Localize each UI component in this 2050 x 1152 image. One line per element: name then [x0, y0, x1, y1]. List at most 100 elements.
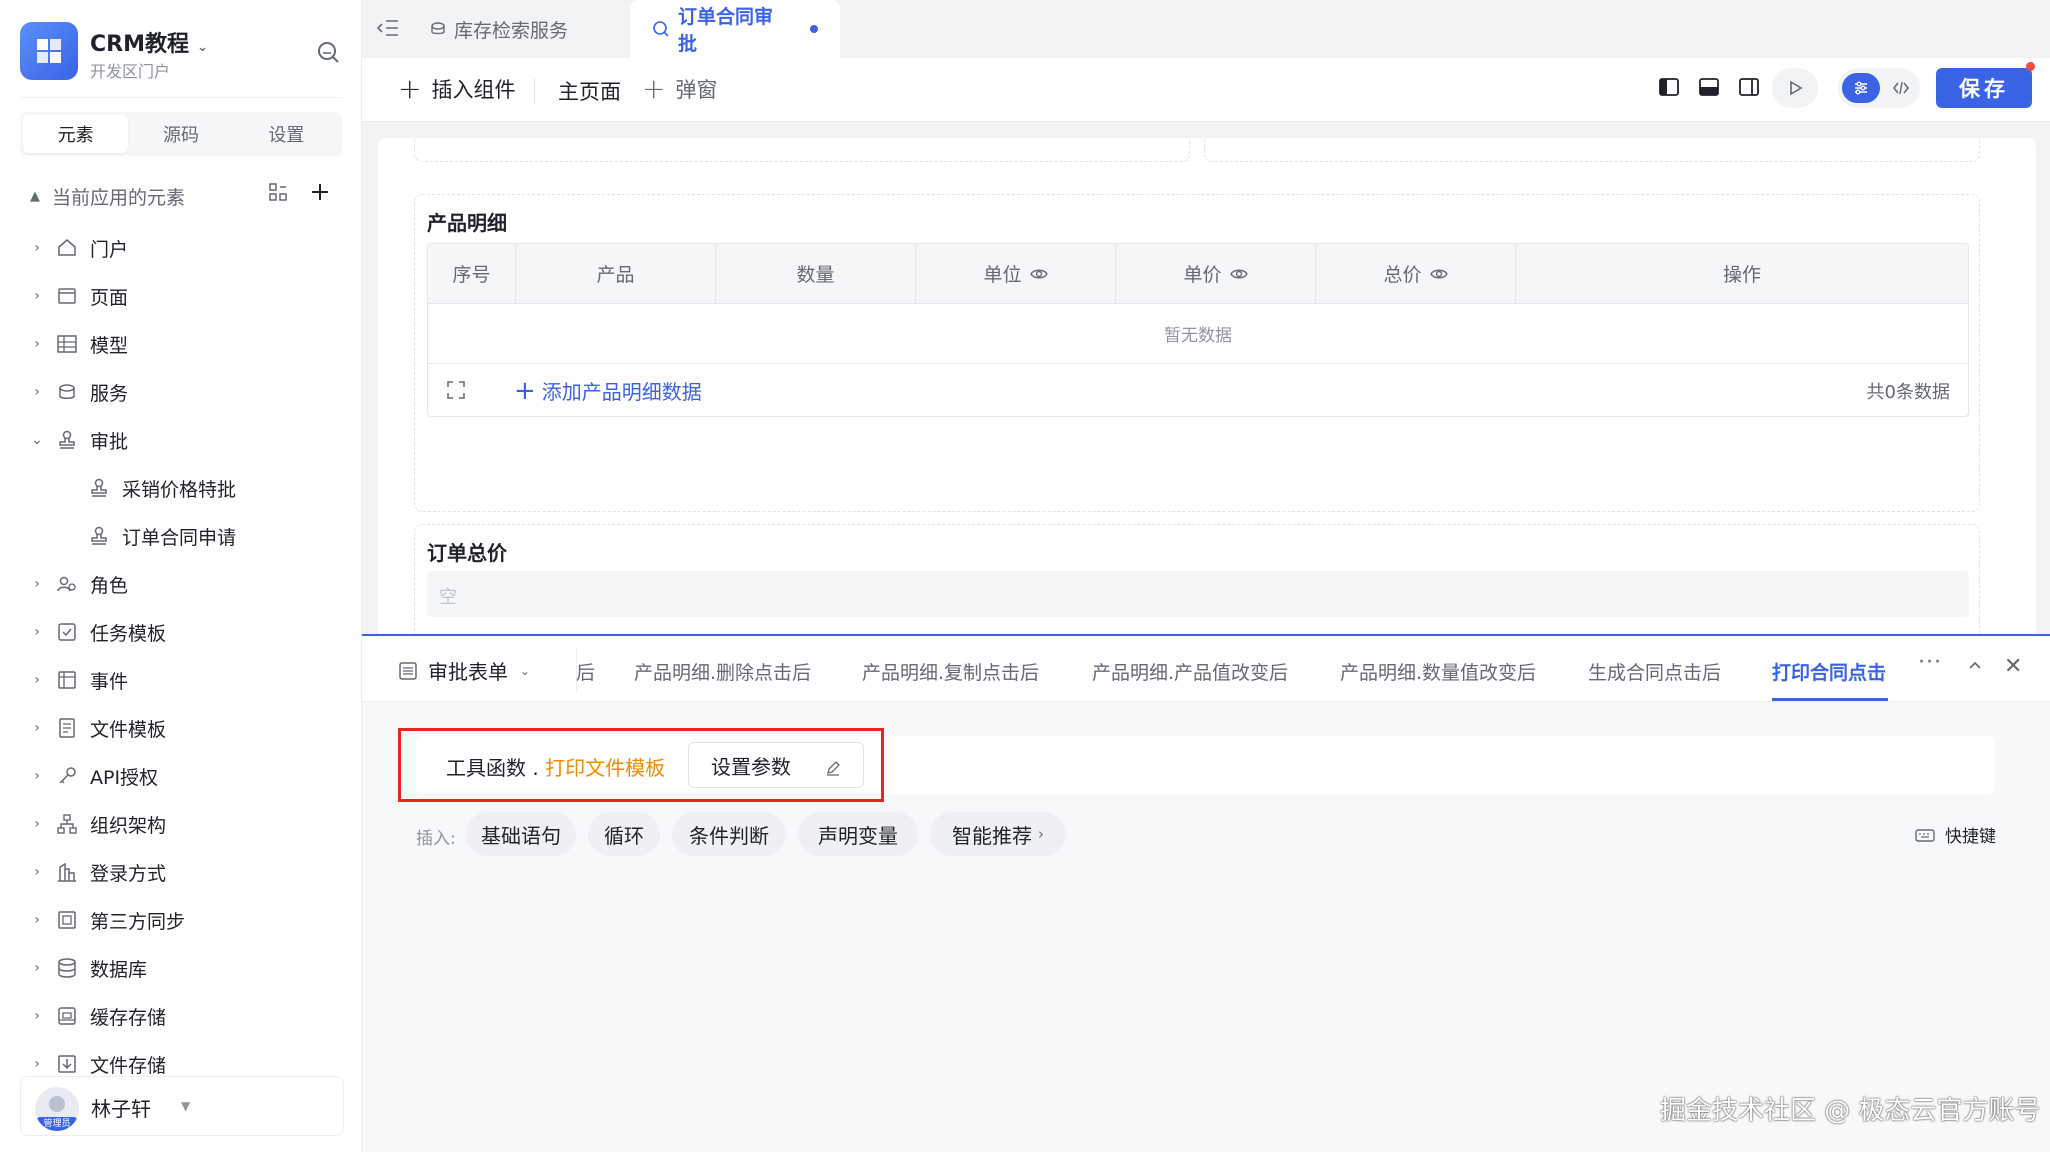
- chevron-right-icon[interactable]: ›: [28, 624, 46, 640]
- chevron-right-icon[interactable]: ›: [28, 384, 46, 400]
- sidebar-item[interactable]: › 角色: [28, 560, 348, 608]
- eye-icon[interactable]: [1429, 265, 1448, 283]
- app-subtitle: 开发区门户: [90, 62, 171, 81]
- chevron-right-icon[interactable]: ›: [28, 336, 46, 352]
- caret-up-icon: ▲: [30, 188, 40, 204]
- chevron-right-icon[interactable]: ›: [28, 1056, 46, 1072]
- sidebar-item[interactable]: › 文件模板: [28, 704, 348, 752]
- eye-icon[interactable]: [1229, 265, 1248, 283]
- event-tab-partial[interactable]: 后: [576, 658, 595, 685]
- chevron-right-icon[interactable]: ›: [28, 960, 46, 976]
- event-tab[interactable]: 产品明细.产品值改变后: [1092, 658, 1288, 685]
- popup-button[interactable]: + 弹窗: [642, 74, 717, 104]
- more-icon[interactable]: ···: [1918, 650, 1942, 675]
- save-button[interactable]: 保存: [1936, 68, 2032, 108]
- chevron-right-icon[interactable]: ›: [28, 576, 46, 592]
- sidebar-item[interactable]: › 事件: [28, 656, 348, 704]
- avatar[interactable]: 管理员: [35, 1087, 79, 1131]
- sidebar-item[interactable]: › 第三方同步: [28, 896, 348, 944]
- unsaved-indicator: [2026, 62, 2035, 71]
- tab-order-contract-approval[interactable]: 订单合同审批: [630, 0, 840, 58]
- caret-down-icon[interactable]: ▼: [181, 1099, 190, 1113]
- sidebar-item[interactable]: › 门户: [28, 224, 348, 272]
- sidebar-item[interactable]: 采销价格特批: [28, 464, 348, 512]
- tab-source[interactable]: 源码: [128, 115, 233, 153]
- insert-component-button[interactable]: + 插入组件: [398, 74, 515, 104]
- chevron-right-icon[interactable]: ›: [28, 864, 46, 880]
- sidebar-item[interactable]: › 模型: [28, 320, 348, 368]
- layout-bottom-panel-icon[interactable]: [1698, 76, 1720, 103]
- eye-icon[interactable]: [1029, 265, 1048, 283]
- event-tab[interactable]: 产品明细.数量值改变后: [1340, 658, 1536, 685]
- sidebar-item[interactable]: 订单合同申请: [28, 512, 348, 560]
- insert-condition-chip[interactable]: 条件判断: [672, 812, 786, 856]
- event-tab[interactable]: 产品明细.删除点击后: [634, 658, 811, 685]
- sidebar-item[interactable]: › 数据库: [28, 944, 348, 992]
- sidebar-item[interactable]: › 缓存存储: [28, 992, 348, 1040]
- chevron-right-icon[interactable]: ›: [28, 720, 46, 736]
- sidebar-item[interactable]: › 组织架构: [28, 800, 348, 848]
- tab-inventory-service[interactable]: 库存检索服务: [408, 0, 590, 58]
- insert-loop-chip[interactable]: 循环: [588, 812, 660, 856]
- sidebar-item-label: 角色: [90, 574, 129, 597]
- stamp-icon: [86, 475, 112, 501]
- chevron-up-icon[interactable]: [1966, 656, 1984, 680]
- chevron-right-icon[interactable]: ›: [28, 240, 46, 256]
- form-selector[interactable]: 审批表单 ⌄: [398, 656, 530, 685]
- sidebar-item[interactable]: › 任务模板: [28, 608, 348, 656]
- event-tab-active[interactable]: 打印合同点击: [1772, 658, 1886, 685]
- order-total-section[interactable]: 订单总价 空: [414, 524, 1980, 634]
- chevron-right-icon[interactable]: ›: [28, 912, 46, 928]
- app-header: CRM教程 ⌄ 开发区门户: [20, 22, 342, 98]
- approval-icon: [652, 20, 670, 38]
- search-icon[interactable]: [314, 38, 342, 66]
- element-map-icon[interactable]: [268, 182, 288, 207]
- insert-statement-row: 插入: 基础语句 循环 条件判断 声明变量 智能推荐 › 快捷键: [416, 812, 1996, 856]
- user-bar[interactable]: 管理员 林子轩 ▼: [20, 1076, 344, 1136]
- editor-mode-toggle[interactable]: [1838, 68, 1920, 108]
- insert-variable-chip[interactable]: 声明变量: [798, 812, 918, 856]
- sidebar-item[interactable]: › 登录方式: [28, 848, 348, 896]
- chevron-right-icon[interactable]: ›: [28, 1008, 46, 1024]
- smart-recommend-chip[interactable]: 智能推荐 ›: [930, 812, 1066, 856]
- chevron-right-icon[interactable]: ›: [28, 672, 46, 688]
- chevron-right-icon[interactable]: ›: [28, 816, 46, 832]
- chevron-right-icon[interactable]: ›: [28, 768, 46, 784]
- event-tab[interactable]: 产品明细.复制点击后: [862, 658, 1039, 685]
- tab-elements[interactable]: 元素: [23, 115, 129, 153]
- close-icon[interactable]: ✕: [2004, 654, 2022, 679]
- add-product-row-button[interactable]: + 添加产品明细数据: [514, 376, 702, 405]
- code-mode-icon[interactable]: [1886, 73, 1916, 103]
- visual-mode-icon[interactable]: [1842, 73, 1880, 103]
- layout-left-panel-icon[interactable]: [1658, 76, 1680, 103]
- fullscreen-icon[interactable]: [446, 380, 466, 405]
- form-field[interactable]: [414, 138, 1190, 162]
- sidebar-item-label: 服务: [90, 382, 129, 405]
- app-logo-icon[interactable]: [20, 22, 78, 80]
- tab-settings[interactable]: 设置: [234, 115, 339, 153]
- run-preview-button[interactable]: [1772, 68, 1818, 108]
- insert-basic-statement-chip[interactable]: 基础语句: [466, 812, 576, 856]
- column-header: 数量: [716, 244, 916, 303]
- sidebar-item-label: 第三方同步: [90, 910, 186, 933]
- shortcut-button[interactable]: 快捷键: [1915, 822, 1996, 847]
- chevron-down-icon[interactable]: ⌄: [28, 432, 46, 448]
- sidebar-item[interactable]: › 页面: [28, 272, 348, 320]
- sidebar-item-label: 缓存存储: [90, 1006, 167, 1029]
- layout-right-panel-icon[interactable]: [1738, 76, 1760, 103]
- form-field[interactable]: [1204, 138, 1980, 162]
- add-element-icon[interactable]: [310, 182, 330, 207]
- role-icon: [54, 571, 80, 597]
- collapse-sidebar-icon[interactable]: [376, 16, 400, 40]
- order-total-field[interactable]: 空: [427, 571, 1969, 617]
- product-details-section[interactable]: 产品明细 序号 产品 数量 单位 单价 总价 操作 暂无数据 + 添加产品明细数据…: [414, 194, 1980, 512]
- main-page-button[interactable]: 主页面: [558, 76, 621, 106]
- tree-header[interactable]: ▲ 当前应用的元素: [30, 180, 330, 212]
- app-name[interactable]: CRM教程 ⌄: [90, 26, 208, 58]
- event-tab[interactable]: 生成合同点击后: [1588, 658, 1721, 685]
- column-header: 操作: [1722, 264, 1761, 286]
- chevron-right-icon[interactable]: ›: [28, 288, 46, 304]
- sidebar-item[interactable]: › API授权: [28, 752, 348, 800]
- sidebar-item[interactable]: › 服务: [28, 368, 348, 416]
- sidebar-item[interactable]: ⌄ 审批: [28, 416, 348, 464]
